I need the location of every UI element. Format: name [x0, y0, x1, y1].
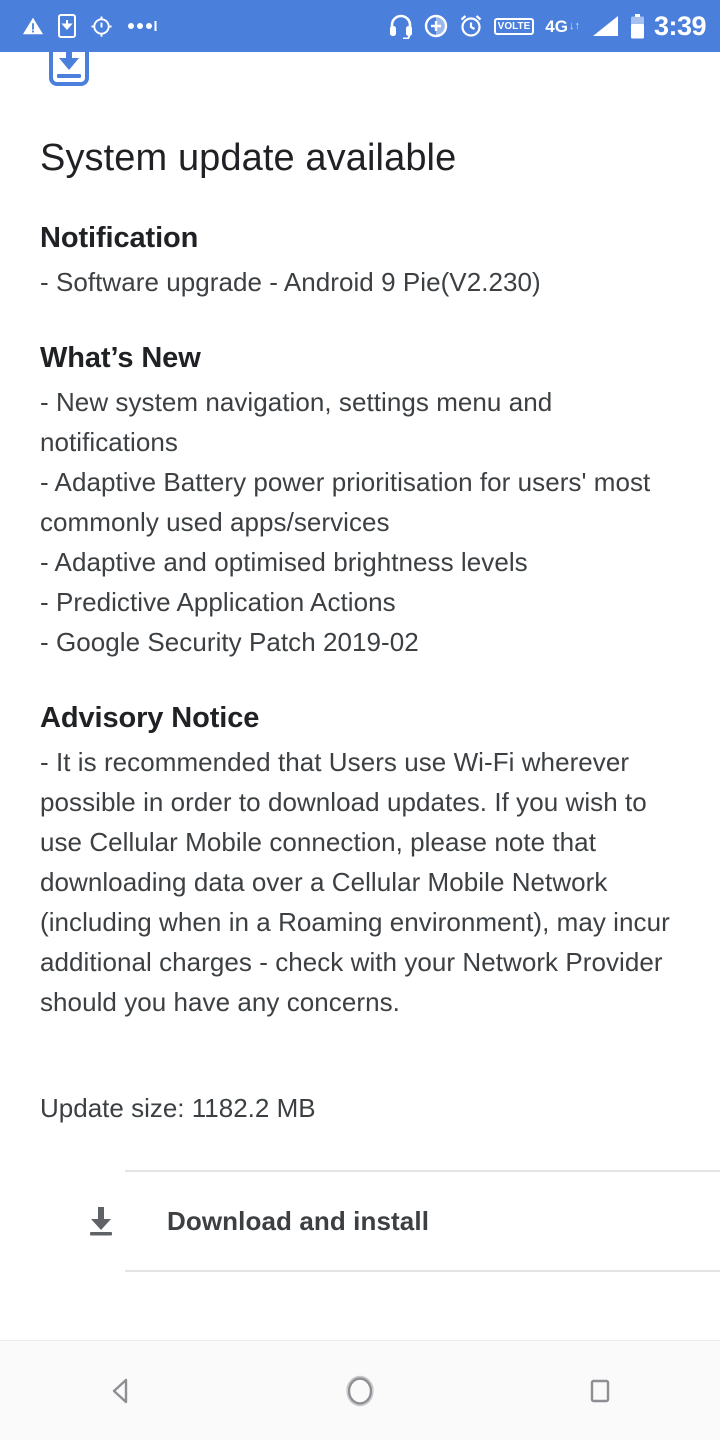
data-activity-arrows: ↓↑	[568, 19, 580, 32]
update-size-label: Update size: 1182.2 MB	[40, 1093, 316, 1124]
list-item: - Adaptive and optimised brightness leve…	[40, 547, 528, 578]
mobile-data-icon: 4G ↓↑	[545, 18, 580, 35]
volte-icon: VO LTE	[493, 17, 535, 35]
location-crosshair-icon	[90, 15, 113, 38]
nav-home-button[interactable]	[300, 1341, 420, 1441]
page-title: System update available	[40, 137, 457, 179]
download-and-install-block: Download and install	[90, 1170, 720, 1273]
signal-bars-icon	[591, 15, 619, 37]
download-and-install-button[interactable]: Download and install	[90, 1172, 720, 1270]
notification-list: - Software upgrade - Android 9 Pie(V2.23…	[40, 262, 680, 302]
headset-icon	[389, 13, 413, 39]
advisory-notice-text: - It is recommended that Users use Wi-Fi…	[40, 747, 670, 1018]
phone-download-icon	[58, 14, 76, 38]
status-bar-left-icons	[22, 14, 171, 38]
section-heading-whats-new: What’s New	[40, 341, 201, 374]
system-update-screen: VO LTE 4G ↓↑ 3:39 System update availabl…	[0, 0, 720, 1440]
section-notification: Notification - Software upgrade - Androi…	[40, 220, 680, 302]
download-and-install-label: Download and install	[167, 1205, 430, 1236]
system-navigation-bar	[0, 1340, 720, 1440]
status-bar-clock: 3:39	[653, 10, 707, 41]
more-dots-icon	[127, 21, 157, 31]
accessibility-zoom-icon	[424, 14, 448, 38]
section-heading-notification: Notification	[40, 221, 199, 254]
nav-recents-button[interactable]	[540, 1341, 660, 1441]
download-icon	[83, 1203, 119, 1239]
list-item: - Adaptive Battery power prioritisation …	[40, 467, 651, 538]
warning-triangle-icon	[22, 15, 44, 37]
section-heading-advisory-notice: Advisory Notice	[40, 702, 260, 735]
system-update-icon	[48, 52, 90, 97]
network-type-label: 4G	[545, 16, 568, 36]
volte-top-label: VO	[497, 20, 513, 32]
volte-bottom-label: LTE	[512, 20, 531, 32]
alarm-clock-icon	[459, 14, 483, 38]
list-item: - New system navigation, settings menu a…	[40, 387, 553, 458]
list-item: - Google Security Patch 2019-02	[40, 627, 419, 658]
status-bar[interactable]: VO LTE 4G ↓↑ 3:39	[0, 0, 720, 52]
list-item: - Software upgrade - Android 9 Pie(V2.23…	[40, 266, 541, 297]
section-advisory-notice: Advisory Notice - It is recommended that…	[40, 700, 680, 1022]
section-whats-new: What’s New - New system navigation, sett…	[40, 340, 680, 662]
list-item: - Predictive Application Actions	[40, 587, 396, 618]
update-content: System update available Notification - S…	[0, 52, 720, 1340]
whats-new-list: - New system navigation, settings menu a…	[40, 382, 680, 662]
status-bar-right-icons: VO LTE 4G ↓↑ 3:39	[378, 10, 707, 41]
battery-icon	[630, 13, 645, 39]
nav-back-button[interactable]	[60, 1341, 180, 1441]
